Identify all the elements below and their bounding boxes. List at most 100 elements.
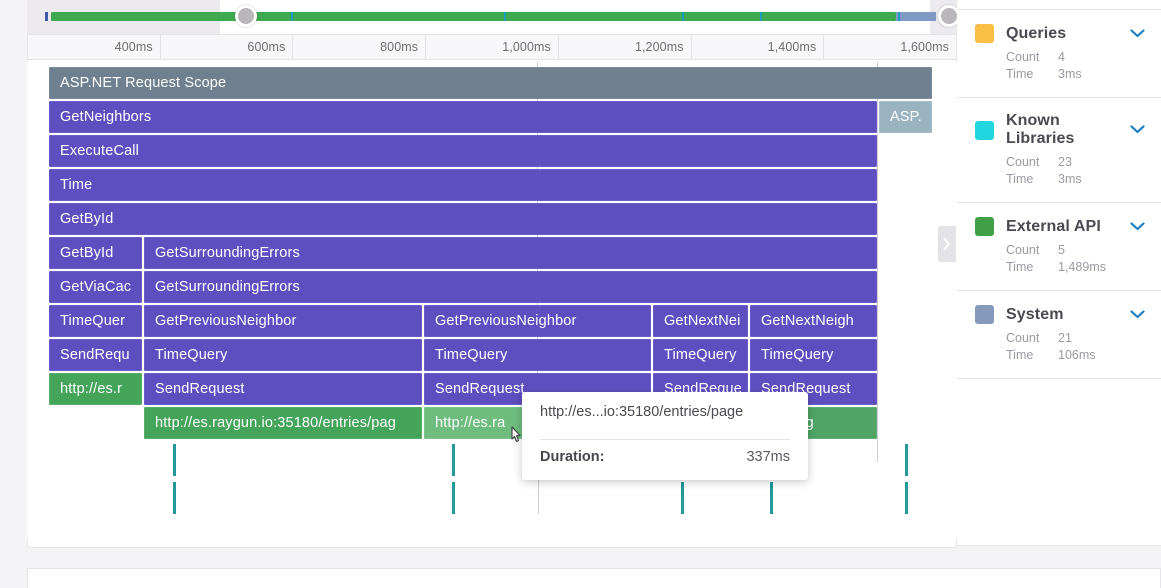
chevron-down-icon[interactable] (1130, 218, 1145, 236)
trace-timeline-page: 400ms 600ms 800ms 1,000ms 1,200ms 1,400m… (0, 0, 1161, 588)
range-slider-left-handle[interactable] (235, 5, 257, 27)
sidebar-stat-time-label: Time (1006, 172, 1034, 186)
timeline-range-slider[interactable] (27, 0, 960, 34)
waterfall-segment[interactable]: http://es.r (49, 373, 142, 405)
sidebar-stat-count-value: 21 (1058, 331, 1072, 345)
event-tick (770, 482, 773, 514)
waterfall-segment[interactable]: TimeQuery (144, 339, 422, 371)
waterfall-chart: ASP.NET Request Scope GetNeighbors ASP. Exe… (27, 62, 957, 538)
event-tick (452, 482, 455, 514)
waterfall-segment[interactable]: GetPreviousNeighbor (144, 305, 422, 337)
sidebar-stat-count-label: Count (1006, 50, 1040, 64)
ruler-tick: 800ms (293, 35, 427, 59)
waterfall-row: http://es.r SendRequest SendRequest SendReq… (27, 373, 957, 407)
waterfall-segment[interactable]: ASP.NET Request Scope (49, 67, 932, 99)
chevron-down-icon[interactable] (1130, 306, 1145, 324)
waterfall-segment[interactable]: GetNextNei (653, 305, 748, 337)
color-swatch-icon (975, 305, 994, 324)
range-slider-minimap (41, 12, 941, 21)
waterfall-segment[interactable]: http://es.raygun.io:35180/entries/pag (144, 407, 422, 439)
event-tick (173, 482, 176, 514)
next-section-card (27, 568, 1161, 588)
waterfall-row: ASP.NET Request Scope (27, 67, 957, 101)
minimap-event-tick (760, 12, 762, 21)
chevron-down-icon[interactable] (1130, 121, 1145, 139)
event-tick (905, 482, 908, 514)
sidebar-card: System Count 21 Time 106ms (957, 291, 1161, 379)
sidebar-stat-row: Time 1,489ms (1006, 259, 1145, 276)
chevron-down-icon[interactable] (1130, 25, 1145, 43)
waterfall-segment[interactable]: GetNeighbors (49, 101, 877, 133)
event-tick (173, 444, 176, 476)
waterfall-segment[interactable]: TimeQuery (424, 339, 651, 371)
sidebar-card-title: Queries (1006, 24, 1067, 42)
color-swatch-icon (975, 217, 994, 236)
minimap-event-tick (504, 12, 506, 21)
waterfall-segment[interactable]: SendRequest (144, 373, 422, 405)
sidebar-card-header[interactable]: System (975, 305, 1145, 324)
tooltip-divider (540, 439, 790, 440)
event-tick (452, 444, 455, 476)
sidebar-stat-count-label: Count (1006, 243, 1040, 257)
waterfall-segment[interactable]: SendRequ (49, 339, 142, 371)
ruler-tick: 600ms (161, 35, 294, 59)
event-tick (681, 482, 684, 514)
sidebar-card-title: Known Libraries (1006, 112, 1075, 147)
waterfall-segment[interactable]: GetNextNeigh (750, 305, 877, 337)
waterfall-segment[interactable]: GetSurroundingErrors (144, 237, 877, 269)
sidebar-card-header[interactable]: Queries (975, 24, 1145, 43)
sidebar-card-header[interactable]: External API (975, 217, 1145, 236)
waterfall-segment[interactable]: GetSurroundingErrors (144, 271, 877, 303)
waterfall-segment[interactable]: TimeQuer (49, 305, 142, 337)
summary-sidebar: Queries Count 4 Time 3ms Known Libraries Count… (957, 0, 1161, 379)
waterfall-row: GetById (27, 203, 957, 237)
tooltip-url: http://es...io:35180/entries/page (540, 404, 744, 420)
ruler-tick: 1,200ms (559, 35, 692, 59)
sidebar-card: External API Count 5 Time 1,489ms (957, 203, 1161, 291)
minimap-event-tick (291, 12, 293, 21)
waterfall-row: http://es.raygun.io:35180/entries/pag htt… (27, 407, 957, 441)
sidebar-stat-row: Count 23 (1006, 154, 1145, 171)
sidebar-card-header[interactable]: Known Libraries (975, 112, 1145, 148)
sidebar-stat-row: Time 3ms (1006, 66, 1145, 83)
segment-tooltip: http://es...io:35180/entries/page Durati… (522, 392, 808, 480)
sidebar-stat-time-label: Time (1006, 260, 1034, 274)
sidebar-card-stats: Count 23 Time 3ms (975, 154, 1145, 188)
color-swatch-icon (975, 24, 994, 43)
sidebar-card-stats: Count 21 Time 106ms (975, 330, 1145, 364)
waterfall-segment[interactable]: GetById (49, 237, 142, 269)
ruler-tick: 1,000ms (426, 35, 559, 59)
ruler-tick: 1,600ms (824, 35, 958, 59)
sidebar-stat-count-label: Count (1006, 331, 1040, 345)
sidebar-collapse-button[interactable] (938, 226, 956, 262)
waterfall-segment[interactable]: TimeQuery (750, 339, 877, 371)
sidebar-stat-row: Count 5 (1006, 242, 1145, 259)
waterfall-segment[interactable]: TimeQuery (653, 339, 748, 371)
waterfall-segment[interactable]: GetPreviousNeighbor (424, 305, 651, 337)
sidebar-stat-row: Time 106ms (1006, 347, 1145, 364)
minimap-event-tick (682, 12, 684, 21)
ruler-tick: 400ms (27, 35, 161, 59)
waterfall-segment[interactable]: Time (49, 169, 877, 201)
mouse-pointer-icon (511, 426, 521, 443)
sidebar-card-title: External API (1006, 217, 1101, 235)
sidebar-stat-time-label: Time (1006, 67, 1034, 81)
sidebar-stat-row: Time 3ms (1006, 171, 1145, 188)
sidebar-card: Queries Count 4 Time 3ms (957, 10, 1161, 98)
minimap-start-marker (45, 12, 48, 21)
waterfall-segment[interactable]: GetById (49, 203, 877, 235)
waterfall-segment[interactable]: GetViaCac (49, 271, 142, 303)
sidebar-stat-time-value: 1,489ms (1058, 260, 1106, 274)
waterfall-segment[interactable]: ExecuteCall (49, 135, 877, 167)
sidebar-background (957, 358, 1161, 546)
waterfall-segment[interactable]: ASP. (879, 101, 932, 133)
sidebar-stat-count-value: 5 (1058, 243, 1065, 257)
waterfall-row: GetViaCac GetSurroundingErrors (27, 271, 957, 305)
sidebar-stat-count-value: 4 (1058, 50, 1065, 64)
sidebar-stat-time-value: 3ms (1058, 67, 1082, 81)
waterfall-row: Time (27, 169, 957, 203)
sidebar-stat-row: Count 4 (1006, 49, 1145, 66)
waterfall-row: GetNeighbors ASP. (27, 101, 957, 135)
tooltip-duration-label: Duration: (540, 449, 605, 465)
minimap-event-tick (898, 12, 900, 21)
